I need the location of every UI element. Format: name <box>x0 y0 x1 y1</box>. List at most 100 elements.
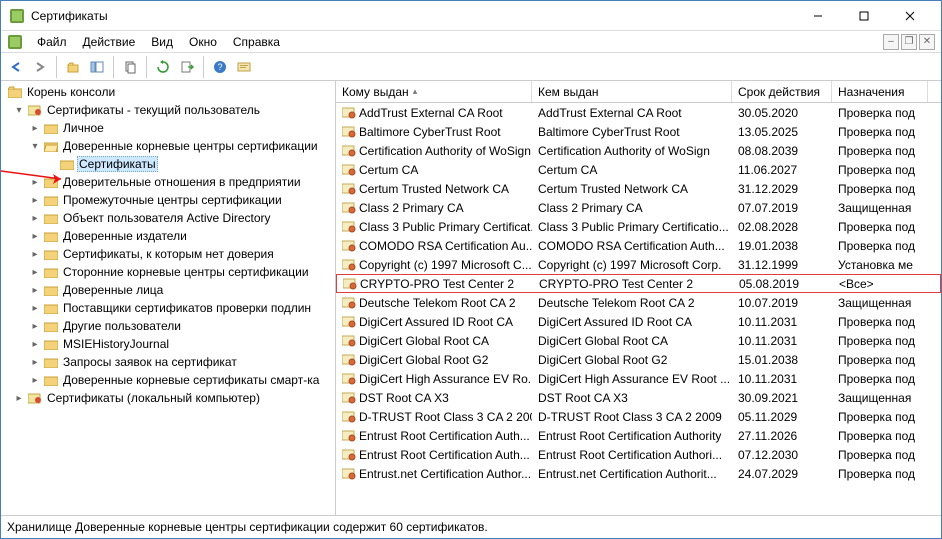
tree-trusted-root[interactable]: ▾ Доверенные корневые центры сертификаци… <box>1 137 335 155</box>
tree-enterprise-trust[interactable]: ▸Доверительные отношения в предприятии <box>1 173 335 191</box>
mdi-minimize-button[interactable]: ‒ <box>883 34 899 50</box>
menu-window[interactable]: Окно <box>181 33 225 51</box>
col-purpose[interactable]: Назначения <box>832 81 928 102</box>
expand-icon[interactable]: ▸ <box>29 357 41 368</box>
expand-icon[interactable]: ▸ <box>29 375 41 386</box>
list-row[interactable]: AddTrust External CA RootAddTrust Extern… <box>336 103 941 122</box>
list-row[interactable]: Entrust Root Certification Auth...Entrus… <box>336 445 941 464</box>
menu-view[interactable]: Вид <box>143 33 181 51</box>
cert-icon <box>342 202 356 214</box>
expand-icon[interactable]: ▸ <box>29 249 41 260</box>
tree-trusted-people[interactable]: ▸Доверенные лица <box>1 281 335 299</box>
collapse-icon[interactable]: ▾ <box>13 105 25 116</box>
list-row[interactable]: Class 2 Primary CAClass 2 Primary CA07.0… <box>336 198 941 217</box>
list-row[interactable]: D-TRUST Root Class 3 CA 2 2009D-TRUST Ro… <box>336 407 941 426</box>
col-issued-to[interactable]: Кому выдан▴ <box>336 81 532 102</box>
menu-action[interactable]: Действие <box>75 33 144 51</box>
list-row[interactable]: COMODO RSA Certification Au...COMODO RSA… <box>336 236 941 255</box>
tree-intermediate[interactable]: ▸Промежуточные центры сертификации <box>1 191 335 209</box>
cell-expires: 08.08.2039 <box>738 144 798 158</box>
expand-icon[interactable]: ▸ <box>29 195 41 206</box>
cell-issued-by: Entrust Root Certification Authority <box>538 429 721 443</box>
scope-tree[interactable]: Корень консоли ▾ Сертификаты - текущий п… <box>1 81 336 515</box>
folder-icon <box>43 246 59 262</box>
expand-icon[interactable]: ▸ <box>29 339 41 350</box>
list-row[interactable]: Entrust.net Certification Author...Entru… <box>336 464 941 483</box>
list-row[interactable]: Baltimore CyberTrust RootBaltimore Cyber… <box>336 122 941 141</box>
cell-issued-to: Certification Authority of WoSign <box>359 144 531 158</box>
cell-purpose: <Все> <box>839 277 874 291</box>
expand-icon[interactable]: ▸ <box>29 267 41 278</box>
tree-certificates[interactable]: Сертификаты <box>1 155 335 173</box>
help-button[interactable]: ? <box>209 56 231 78</box>
tree-cert-req[interactable]: ▸Запросы заявок на сертификат <box>1 353 335 371</box>
tree-personal[interactable]: ▸ Личное <box>1 119 335 137</box>
tree-other-people[interactable]: ▸Другие пользователи <box>1 317 335 335</box>
cell-issued-to: CRYPTO-PRO Test Center 2 <box>360 277 514 291</box>
cell-expires: 07.07.2019 <box>738 201 798 215</box>
tree-cert-user[interactable]: ▾ Сертификаты - текущий пользователь <box>1 101 335 119</box>
list-row[interactable]: Certification Authority of WoSignCertifi… <box>336 141 941 160</box>
tree-third-party-root[interactable]: ▸Сторонние корневые центры сертификации <box>1 263 335 281</box>
minimize-button[interactable] <box>795 1 841 31</box>
find-cert-button[interactable] <box>233 56 255 78</box>
maximize-button[interactable] <box>841 1 887 31</box>
refresh-button[interactable] <box>152 56 174 78</box>
folder-icon <box>43 354 59 370</box>
cell-issued-to: Certum Trusted Network CA <box>359 182 509 196</box>
cell-expires: 10.11.2031 <box>738 334 797 348</box>
menu-file[interactable]: Файл <box>29 33 75 51</box>
list-row[interactable]: DigiCert Assured ID Root CADigiCert Assu… <box>336 312 941 331</box>
list-body[interactable]: AddTrust External CA RootAddTrust Extern… <box>336 103 941 515</box>
tree-cert-computer[interactable]: ▸Сертификаты (локальный компьютер) <box>1 389 335 407</box>
mdi-close-button[interactable]: ✕ <box>919 34 935 50</box>
close-button[interactable] <box>887 1 933 31</box>
expand-icon[interactable]: ▸ <box>29 321 41 332</box>
expand-icon[interactable]: ▸ <box>29 213 41 224</box>
copy-button[interactable] <box>119 56 141 78</box>
tree-trusted-publishers[interactable]: ▸Доверенные издатели <box>1 227 335 245</box>
list-row[interactable]: Entrust Root Certification Auth...Entrus… <box>336 426 941 445</box>
back-button[interactable] <box>5 56 27 78</box>
list-row[interactable]: DigiCert Global Root G2DigiCert Global R… <box>336 350 941 369</box>
list-row[interactable]: DigiCert High Assurance EV Ro...DigiCert… <box>336 369 941 388</box>
mdi-restore-button[interactable]: ❐ <box>901 34 917 50</box>
cert-icon <box>342 449 356 461</box>
forward-button[interactable] <box>29 56 51 78</box>
cert-icon <box>342 392 356 404</box>
expand-icon[interactable]: ▸ <box>13 393 25 404</box>
folder-icon <box>43 264 59 280</box>
cert-icon <box>342 297 356 309</box>
tree-root[interactable]: Корень консоли <box>1 83 335 101</box>
collapse-icon[interactable]: ▾ <box>29 141 41 152</box>
list-row[interactable]: DST Root CA X3DST Root CA X330.09.2021За… <box>336 388 941 407</box>
list-row[interactable]: Copyright (c) 1997 Microsoft C...Copyrig… <box>336 255 941 274</box>
list-row[interactable]: CRYPTO-PRO Test Center 2CRYPTO-PRO Test … <box>336 274 941 293</box>
tree-msie-history[interactable]: ▸MSIEHistoryJournal <box>1 335 335 353</box>
cell-issued-by: Deutsche Telekom Root CA 2 <box>538 296 695 310</box>
up-folder-button[interactable] <box>62 56 84 78</box>
tree-ad-user-obj[interactable]: ▸Объект пользователя Active Directory <box>1 209 335 227</box>
expand-icon[interactable]: ▸ <box>29 303 41 314</box>
tree-smartcard-root[interactable]: ▸Доверенные корневые сертификаты смарт-к… <box>1 371 335 389</box>
cert-icon <box>342 316 356 328</box>
list-row[interactable]: DigiCert Global Root CADigiCert Global R… <box>336 331 941 350</box>
show-hide-tree-button[interactable] <box>86 56 108 78</box>
tree-client-auth-issuers[interactable]: ▸Поставщики сертификатов проверки подлин <box>1 299 335 317</box>
menu-help[interactable]: Справка <box>225 33 288 51</box>
expand-icon[interactable]: ▸ <box>29 177 41 188</box>
expand-icon[interactable]: ▸ <box>29 285 41 296</box>
tree-untrusted[interactable]: ▸Сертификаты, к которым нет доверия <box>1 245 335 263</box>
list-row[interactable]: Certum Trusted Network CACertum Trusted … <box>336 179 941 198</box>
cell-issued-by: COMODO RSA Certification Auth... <box>538 239 725 253</box>
col-issued-by[interactable]: Кем выдан <box>532 81 732 102</box>
cert-icon <box>342 126 356 138</box>
col-expires[interactable]: Срок действия <box>732 81 832 102</box>
cell-expires: 07.12.2030 <box>738 448 798 462</box>
expand-icon[interactable]: ▸ <box>29 231 41 242</box>
list-row[interactable]: Certum CACertum CA11.06.2027Проверка под <box>336 160 941 179</box>
list-row[interactable]: Deutsche Telekom Root CA 2Deutsche Telek… <box>336 293 941 312</box>
export-list-button[interactable] <box>176 56 198 78</box>
expand-icon[interactable]: ▸ <box>29 123 41 134</box>
list-row[interactable]: Class 3 Public Primary Certificat...Clas… <box>336 217 941 236</box>
